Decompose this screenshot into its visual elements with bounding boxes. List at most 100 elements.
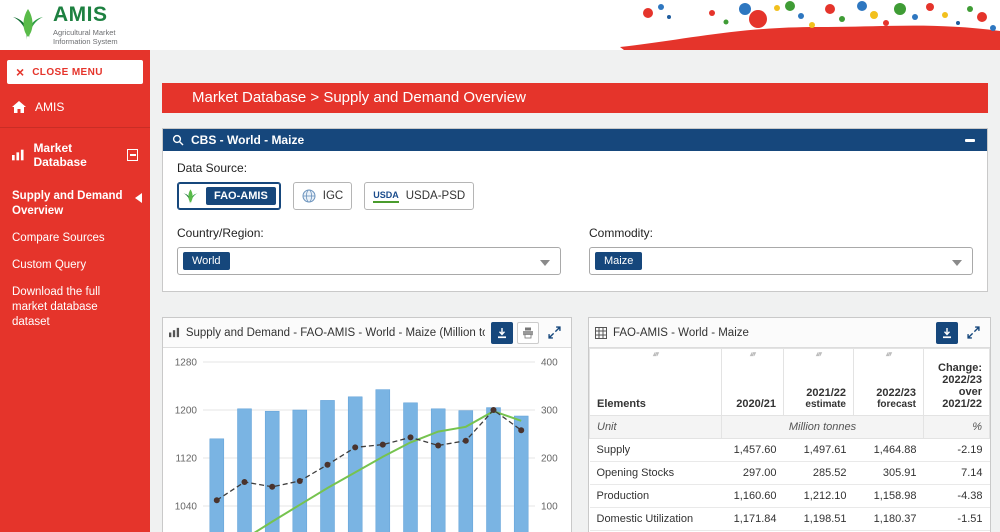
globe-icon	[302, 189, 316, 203]
close-icon: ×	[16, 66, 24, 78]
breadcrumb: Market Database > Supply and Demand Over…	[162, 83, 988, 113]
sidebar-item-amis[interactable]: AMIS	[0, 90, 150, 128]
table-row-opening-stocks: Opening Stocks 297.00 285.52 305.91 7.14	[590, 462, 990, 485]
chart-panel-header: Supply and Demand - FAO-AMIS - World - M…	[163, 318, 571, 348]
expand-icon	[967, 326, 980, 339]
bar-chart-icon	[169, 327, 180, 338]
data-source-igc-button[interactable]: IGC	[293, 182, 352, 210]
chevron-down-icon	[952, 260, 962, 266]
logo-subtitle: Agricultural Market Information System	[53, 28, 118, 46]
sidebar-item-supply-demand-overview[interactable]: Supply and Demand Overview	[12, 183, 150, 225]
country-region-select[interactable]: World	[177, 247, 561, 275]
amis-app: AMIS Agricultural Market Information Sys…	[0, 0, 1000, 532]
logo-text: AMIS Agricultural Market Information Sys…	[53, 5, 118, 46]
chart-panel-title: Supply and Demand - FAO-AMIS - World - M…	[186, 327, 485, 339]
sidebar-item-market-database[interactable]: Market Database	[0, 128, 150, 179]
commodity-select[interactable]: Maize	[589, 247, 973, 275]
column-header-2020-21[interactable]: ▴▾ 2020/21	[722, 349, 784, 416]
filter-panel-title: CBS - World - Maize	[191, 133, 304, 147]
column-header-change[interactable]: Change: 2022/23 over 2021/22	[924, 349, 990, 416]
print-chart-button[interactable]	[517, 322, 539, 344]
data-source-label-chip: FAO-AMIS	[206, 187, 276, 205]
data-source-label-text: USDA-PSD	[406, 190, 465, 202]
sidebar-item-download-dataset[interactable]: Download the full market database datase…	[12, 279, 150, 336]
sort-icon: ▴▾	[750, 350, 755, 358]
download-icon	[941, 327, 953, 339]
amis-logo[interactable]: AMIS Agricultural Market Information Sys…	[10, 5, 118, 46]
amis-wheat-icon	[182, 188, 199, 205]
svg-text:100: 100	[541, 502, 558, 513]
sidebar-item-label: Supply and Demand Overview	[12, 190, 123, 217]
supply-demand-chart: 1280 1200 1120 1040 400 300 200 100	[163, 348, 571, 532]
supply-demand-table: ▴▾ Elements ▴▾ 2020/21 ▴▾ 2021/22 estima…	[589, 348, 990, 532]
data-source-label-text: IGC	[323, 190, 343, 202]
svg-text:400: 400	[541, 358, 558, 369]
sidebar-item-label: Compare Sources	[12, 232, 105, 244]
unit-tonnes: Million tonnes	[722, 416, 924, 439]
active-item-arrow-icon	[135, 193, 142, 203]
column-header-2021-22[interactable]: ▴▾ 2021/22 estimate	[784, 349, 854, 416]
close-menu-button[interactable]: × CLOSE MENU	[7, 60, 143, 84]
table-panel-buttons	[936, 322, 984, 344]
data-source-fao-amis-button[interactable]: FAO-AMIS	[177, 182, 281, 210]
expand-table-button[interactable]	[962, 322, 984, 344]
bar-chart-icon	[12, 149, 24, 161]
main-content: Market Database > Supply and Demand Over…	[150, 50, 1000, 532]
download-table-button[interactable]	[936, 322, 958, 344]
chart-panel: Supply and Demand - FAO-AMIS - World - M…	[162, 317, 572, 532]
collapse-panel-button[interactable]	[962, 133, 978, 147]
filter-panel-header: CBS - World - Maize	[163, 129, 987, 151]
cbs-filter-panel: CBS - World - Maize Data Source: FAO-AMI…	[162, 128, 988, 292]
printer-icon	[522, 327, 534, 339]
table-panel-header: FAO-AMIS - World - Maize	[589, 318, 990, 348]
unit-label: Unit	[590, 416, 722, 439]
top-header: AMIS Agricultural Market Information Sys…	[0, 0, 1000, 50]
column-header-2022-23[interactable]: ▴▾ 2022/23 forecast	[854, 349, 924, 416]
data-source-buttons: FAO-AMIS IGC USDA USDA-PSD	[177, 182, 973, 210]
chart-panel-buttons	[491, 322, 565, 344]
usda-logo: USDA	[373, 190, 399, 203]
table-row-production: Production 1,160.60 1,212.10 1,158.98 -4…	[590, 485, 990, 508]
svg-text:200: 200	[541, 454, 558, 465]
collapse-section-icon[interactable]	[127, 149, 138, 161]
download-chart-button[interactable]	[491, 322, 513, 344]
country-tag: World	[183, 252, 230, 270]
search-icon	[172, 134, 184, 146]
svg-text:1280: 1280	[175, 358, 198, 369]
sidebar-item-label: AMIS	[35, 100, 64, 114]
sidebar-item-custom-query[interactable]: Custom Query	[12, 252, 150, 279]
commodity-label: Commodity:	[589, 226, 973, 240]
bottom-row: Supply and Demand - FAO-AMIS - World - M…	[162, 317, 988, 532]
table-panel-title: FAO-AMIS - World - Maize	[613, 327, 749, 339]
column-label: Elements	[597, 398, 646, 410]
filter-panel-body: Data Source: FAO-AMIS	[163, 151, 987, 291]
amis-wheat-icon	[10, 5, 46, 43]
country-region-group: Country/Region: World	[177, 226, 561, 275]
commodity-tag: Maize	[595, 252, 642, 270]
home-icon	[12, 101, 26, 114]
logo-title: AMIS	[53, 5, 118, 25]
expand-chart-button[interactable]	[543, 322, 565, 344]
column-sublabel: forecast	[861, 399, 916, 410]
svg-text:1040: 1040	[175, 502, 198, 513]
sort-icon: ▴▾	[653, 350, 658, 358]
unit-percent: %	[924, 416, 990, 439]
column-label: 2021/22	[791, 387, 846, 399]
column-header-elements[interactable]: ▴▾ Elements	[590, 349, 722, 416]
filter-selects: Country/Region: World Commodity: Maize	[177, 226, 973, 275]
unit-row: Unit Million tonnes %	[590, 416, 990, 439]
svg-text:1120: 1120	[175, 454, 197, 465]
table-row-domestic-utilization: Domestic Utilization 1,171.84 1,198.51 1…	[590, 508, 990, 531]
svg-text:1200: 1200	[175, 406, 198, 417]
sidebar-item-compare-sources[interactable]: Compare Sources	[12, 225, 150, 252]
data-source-usda-psd-button[interactable]: USDA USDA-PSD	[364, 182, 474, 210]
commodity-group: Commodity: Maize	[589, 226, 973, 275]
sort-icon: ▴▾	[886, 350, 891, 358]
column-label: Change: 2022/23 over 2021/22	[938, 362, 982, 410]
table-row-supply: Supply 1,457.60 1,497.61 1,464.88 -2.19	[590, 439, 990, 462]
svg-text:300: 300	[541, 406, 558, 417]
data-source-label: Data Source:	[177, 161, 973, 175]
sidebar-item-label: Custom Query	[12, 259, 86, 271]
download-icon	[496, 327, 508, 339]
table-grid-icon	[595, 327, 607, 339]
